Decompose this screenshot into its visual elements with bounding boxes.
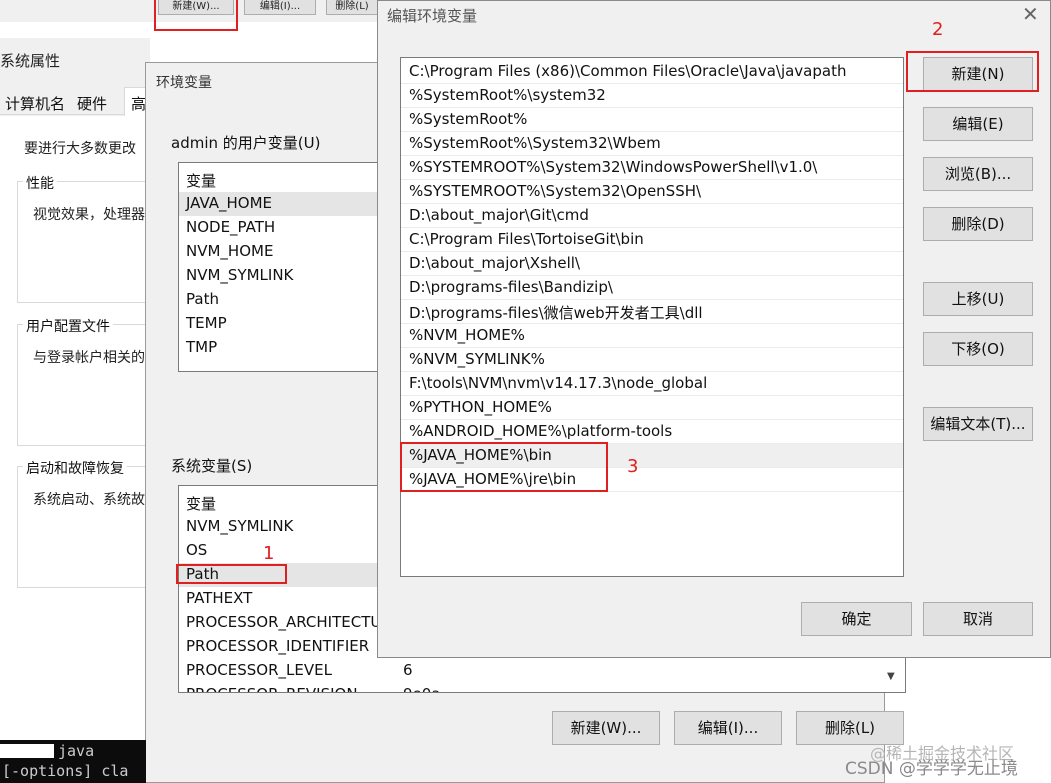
path-entries-list[interactable]: C:\Program Files (x86)\Common Files\Orac… [400,57,904,577]
path-delete-button[interactable]: 删除(D) [923,207,1033,241]
system-var-row[interactable]: OS [186,541,207,559]
user-profiles-label: 用户配置文件 [23,316,113,336]
system-variables-label: 系统变量(S) [171,457,253,475]
path-entry-text: %NVM_SYMLINK% [409,350,545,368]
user-var-row[interactable]: NVM_HOME [186,242,273,260]
path-entry[interactable]: D:\about_major\Xshell\ [401,252,903,276]
terminal-redacted-block [0,744,54,758]
highlight-path-new-button [906,51,1039,92]
path-entry-text: %ANDROID_HOME%\platform-tools [409,422,673,440]
performance-group [17,181,157,303]
tab-advanced[interactable]: 高 [131,93,146,114]
scroll-down-icon[interactable]: ▼ [887,671,895,682]
annotation-number-3: 3 [627,456,639,477]
system-properties-title: 系统属性 [0,52,61,70]
system-var-value: 9e0a [403,685,441,692]
cancel-button[interactable]: 取消 [923,602,1033,636]
path-entry-text: C:\Program Files (x86)\Common Files\Orac… [409,62,847,80]
path-entry-text: %SYSTEMROOT%\System32\OpenSSH\ [409,182,702,200]
performance-label: 性能 [23,173,57,193]
system-var-row[interactable]: PROCESSOR_LEVEL [186,661,332,679]
path-move-up-button[interactable]: 上移(U) [923,282,1033,316]
system-var-row[interactable]: PROCESSOR_IDENTIFIER [186,637,369,655]
path-entry[interactable]: D:\programs-files\Bandizip\ [401,276,903,300]
path-entry[interactable]: C:\Program Files (x86)\Common Files\Orac… [401,60,903,84]
highlight-path-row [176,564,287,584]
path-entry[interactable]: %SystemRoot% [401,108,903,132]
path-entry[interactable]: D:\programs-files\微信web开发者工具\dll [401,300,903,324]
startup-recovery-group [17,466,157,588]
system-vars-header[interactable]: 变量 [186,493,216,514]
path-edit-button[interactable]: 编辑(E) [923,107,1033,141]
path-entry-text: %SystemRoot% [409,110,528,128]
system-var-row[interactable]: PROCESSOR_REVISION [186,685,358,692]
path-entry[interactable]: %SYSTEMROOT%\System32\WindowsPowerShell\… [401,156,903,180]
path-entry-text: D:\about_major\Git\cmd [409,206,589,224]
highlight-java-paths [400,442,608,492]
path-entry[interactable]: %SYSTEMROOT%\System32\OpenSSH\ [401,180,903,204]
path-edit-text-button[interactable]: 编辑文本(T)... [923,407,1033,441]
path-entry[interactable]: %NVM_HOME% [401,324,903,348]
bg-edit-button[interactable]: 编辑(I)... [244,0,316,15]
user-var-row[interactable]: NVM_SYMLINK [186,266,293,284]
user-variables-list[interactable]: 变量 JAVA_HOME NODE_PATH NVM_HOME NVM_SYML… [178,162,388,372]
path-entry-text: D:\programs-files\微信web开发者工具\dll [409,304,703,322]
performance-text: 视觉效果，处理器 [33,207,145,223]
path-entry-text: %SystemRoot%\system32 [409,86,606,104]
watermark-csdn: CSDN @学学学无止境 [845,759,1018,779]
path-entry-text: C:\Program Files\TortoiseGit\bin [409,230,644,248]
startup-recovery-text: 系统启动、系统故 [33,492,145,508]
tab-hardware[interactable]: 硬件 [77,93,107,114]
env-edit-button[interactable]: 编辑(I)... [674,711,782,745]
bg-delete-button[interactable]: 删除(L) [326,0,378,15]
user-var-row[interactable]: NODE_PATH [186,218,275,236]
path-browse-button[interactable]: 浏览(B)... [923,157,1033,191]
system-var-value: 6 [403,661,413,679]
user-profiles-group [17,324,157,446]
system-var-row[interactable]: NVM_SYMLINK [186,517,293,535]
user-var-row[interactable]: Path [186,290,219,308]
path-move-down-button[interactable]: 下移(O) [923,332,1033,366]
advanced-intro-text: 要进行大多数更改 [24,141,136,157]
user-var-row[interactable]: TEMP [186,314,227,332]
path-entry[interactable]: D:\about_major\Git\cmd [401,204,903,228]
user-vars-header[interactable]: 变量 [186,170,216,191]
annotation-number-2: 2 [932,19,944,40]
environment-variables-title: 环境变量 [156,75,212,91]
path-entry[interactable]: %PYTHON_HOME% [401,396,903,420]
path-entry[interactable]: %SystemRoot%\system32 [401,84,903,108]
path-entry[interactable]: %ANDROID_HOME%\platform-tools [401,420,903,444]
user-variables-label: admin 的用户变量(U) [171,134,321,152]
ok-button[interactable]: 确定 [801,602,912,636]
terminal-window: java [-options] cla [0,740,146,783]
path-entry[interactable]: %NVM_SYMLINK% [401,348,903,372]
path-entry-text: %SYSTEMROOT%\System32\WindowsPowerShell\… [409,158,818,176]
path-entry-text: F:\tools\NVM\nvm\v14.17.3\node_global [409,374,708,392]
close-icon[interactable]: ✕ [1022,2,1039,26]
path-entry-text: %NVM_HOME% [409,326,525,344]
user-profiles-text: 与登录帐户相关的 [33,350,145,366]
path-entry-text: D:\programs-files\Bandizip\ [409,278,613,296]
edit-dialog-title: 编辑环境变量 [387,7,478,25]
annotation-number-1: 1 [263,543,275,564]
highlight-bg-new-button [154,0,238,31]
system-var-row[interactable]: PATHEXT [186,589,252,607]
user-var-row[interactable]: JAVA_HOME [186,194,272,212]
system-var-row[interactable]: PROCESSOR_ARCHITECTU [186,613,381,631]
path-entry-text: %PYTHON_HOME% [409,398,552,416]
path-entry[interactable]: %SystemRoot%\System32\Wbem [401,132,903,156]
terminal-line-2: [-options] cla [2,762,129,780]
path-entry[interactable]: C:\Program Files\TortoiseGit\bin [401,228,903,252]
path-entry-text: D:\about_major\Xshell\ [409,254,581,272]
terminal-line-1: java [58,742,95,760]
user-var-row[interactable]: TMP [186,338,217,356]
tab-computer-name[interactable]: 计算机名 [5,93,65,114]
path-entry[interactable]: F:\tools\NVM\nvm\v14.17.3\node_global [401,372,903,396]
path-entry-text: %SystemRoot%\System32\Wbem [409,134,661,152]
startup-recovery-label: 启动和故障恢复 [23,458,127,478]
env-new-button[interactable]: 新建(W)... [552,711,660,745]
